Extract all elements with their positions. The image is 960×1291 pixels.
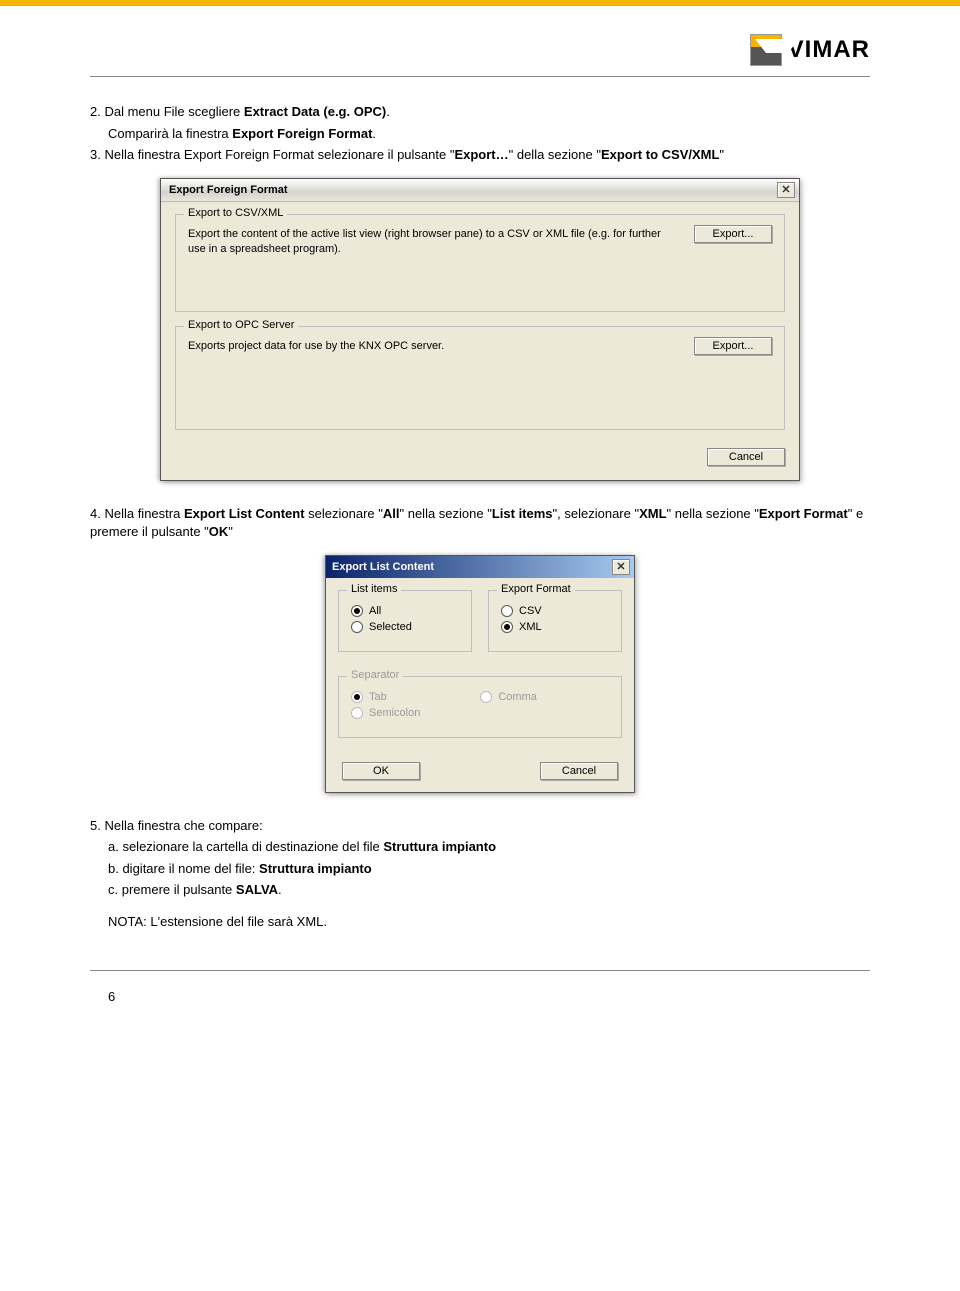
text: " nella sezione " (400, 506, 492, 521)
text: 3. Nella finestra Export Foreign Format … (90, 147, 454, 162)
brand-logo-icon (750, 34, 782, 66)
dialog-titlebar: Export List Content ✕ (326, 556, 634, 578)
page-number: 6 (90, 989, 870, 1004)
step-5a: a. selezionare la cartella di destinazio… (90, 838, 870, 856)
cancel-button[interactable]: Cancel (707, 448, 785, 466)
radio-icon (351, 605, 363, 617)
text-bold: XML (639, 506, 666, 521)
group-description: Export the content of the active list vi… (188, 225, 674, 258)
close-icon[interactable]: ✕ (777, 182, 795, 198)
step-5b: b. digitare il nome del file: Struttura … (90, 860, 870, 878)
dialog-export-foreign-format: Export Foreign Format ✕ Export to CSV/XM… (160, 178, 800, 482)
group-separator: Separator Tab Semicolon (338, 676, 622, 738)
text: " (228, 524, 233, 539)
radio-all[interactable]: All (351, 605, 459, 617)
divider-top (90, 76, 870, 77)
cancel-button[interactable]: Cancel (540, 762, 618, 780)
dialog-export-list-content: Export List Content ✕ List items All Sel… (325, 555, 635, 793)
group-legend: Separator (347, 669, 403, 681)
step-2-sub: Comparirà la finestra Export Foreign For… (90, 125, 870, 143)
export-button[interactable]: Export... (694, 225, 772, 243)
text-bold: Export Foreign Format (232, 126, 372, 141)
radio-icon (351, 621, 363, 633)
radio-icon (351, 707, 363, 719)
text-bold: OK (209, 524, 229, 539)
export-button[interactable]: Export... (694, 337, 772, 355)
radio-semicolon: Semicolon (351, 707, 420, 719)
text: a. selezionare la cartella di destinazio… (108, 839, 383, 854)
radio-comma: Comma (480, 691, 537, 703)
text: " della sezione " (509, 147, 601, 162)
text: b. digitare il nome del file: (108, 861, 259, 876)
step-4: 4. Nella finestra Export List Content se… (90, 505, 870, 540)
text: selezionare " (305, 506, 383, 521)
group-legend: Export Format (497, 583, 575, 595)
step-5c: c. premere il pulsante SALVA. (90, 881, 870, 899)
radio-label: XML (519, 621, 542, 633)
radio-tab: Tab (351, 691, 420, 703)
step-2: 2. Dal menu File scegliere Extract Data … (90, 103, 870, 121)
radio-icon (501, 621, 513, 633)
page-content: 2. Dal menu File scegliere Extract Data … (0, 76, 960, 1044)
text: . (372, 126, 376, 141)
brand-logo: VIMAR (750, 34, 870, 66)
text: 2. Dal menu File scegliere (90, 104, 244, 119)
text-bold: All (383, 506, 400, 521)
brand-name: VIMAR (788, 36, 870, 64)
radio-label: Semicolon (369, 707, 420, 719)
text-bold: Export… (454, 147, 508, 162)
group-legend: Export to CSV/XML (184, 207, 287, 219)
text: . (386, 104, 390, 119)
group-export-csv-xml: Export to CSV/XML Export the content of … (175, 214, 785, 313)
text-bold: List items (492, 506, 553, 521)
dialog-titlebar: Export Foreign Format ✕ (161, 179, 799, 202)
note: NOTA: L'estensione del file sarà XML. (90, 913, 870, 931)
dialog-title: Export Foreign Format (169, 184, 288, 196)
text: . (278, 882, 282, 897)
radio-csv[interactable]: CSV (501, 605, 609, 617)
step-5: 5. Nella finestra che compare: (90, 817, 870, 835)
close-icon[interactable]: ✕ (612, 559, 630, 575)
text: 4. Nella finestra (90, 506, 184, 521)
ok-button[interactable]: OK (342, 762, 420, 780)
radio-label: Comma (498, 691, 537, 703)
text-bold: Struttura impianto (259, 861, 372, 876)
group-export-opc: Export to OPC Server Exports project dat… (175, 326, 785, 430)
group-legend: Export to OPC Server (184, 319, 298, 331)
text: ", selezionare " (553, 506, 640, 521)
text-bold: Struttura impianto (383, 839, 496, 854)
group-list-items: List items All Selected (338, 590, 472, 652)
dialog-body: Export to CSV/XML Export the content of … (161, 202, 799, 481)
text-bold: Export Format (759, 506, 848, 521)
text: Comparirà la finestra (108, 126, 232, 141)
radio-icon (351, 691, 363, 703)
text-bold: Extract Data (e.g. OPC) (244, 104, 386, 119)
text: " nella sezione " (667, 506, 759, 521)
radio-xml[interactable]: XML (501, 621, 609, 633)
text: " (719, 147, 724, 162)
radio-label: Tab (369, 691, 387, 703)
group-legend: List items (347, 583, 401, 595)
radio-icon (480, 691, 492, 703)
radio-label: Selected (369, 621, 412, 633)
radio-label: CSV (519, 605, 542, 617)
group-description: Exports project data for use by the KNX … (188, 337, 674, 354)
page-header: VIMAR (0, 6, 960, 76)
text: c. premere il pulsante (108, 882, 236, 897)
text-bold: SALVA (236, 882, 278, 897)
divider-bottom (90, 970, 870, 971)
radio-selected[interactable]: Selected (351, 621, 459, 633)
text-bold: Export List Content (184, 506, 305, 521)
radio-icon (501, 605, 513, 617)
text-bold: Export to CSV/XML (601, 147, 719, 162)
step-3: 3. Nella finestra Export Foreign Format … (90, 146, 870, 164)
radio-label: All (369, 605, 381, 617)
dialog-body: List items All Selected Export Format CS… (326, 578, 634, 792)
group-export-format: Export Format CSV XML (488, 590, 622, 652)
dialog-title: Export List Content (332, 561, 434, 573)
